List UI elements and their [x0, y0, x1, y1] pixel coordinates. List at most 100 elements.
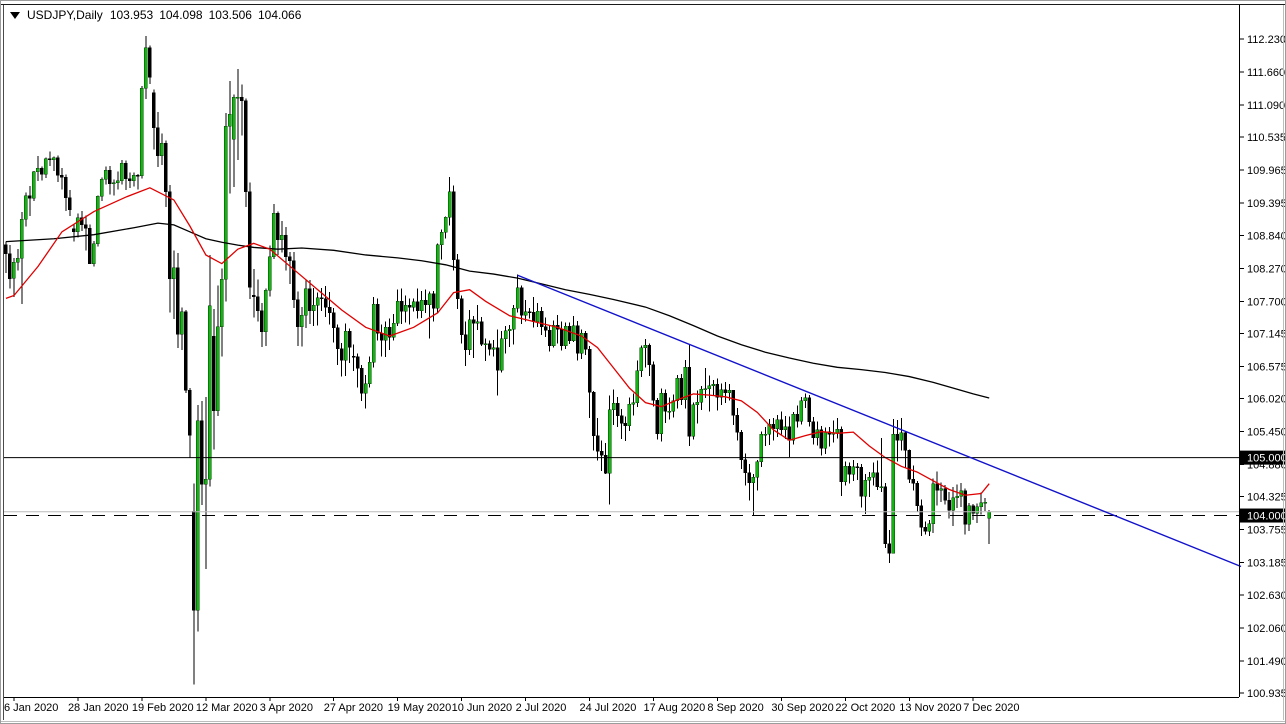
bull-candle — [728, 390, 731, 392]
bear-candle — [860, 467, 863, 496]
bear-candle — [584, 333, 587, 349]
bear-candle — [948, 500, 951, 510]
price-chart[interactable]: 112.230111.660111.090110.535109.965109.3… — [0, 0, 1286, 724]
bull-candle — [844, 466, 847, 482]
bull-candle — [536, 311, 539, 321]
bull-candle — [120, 163, 123, 180]
bull-candle — [96, 196, 99, 243]
y-axis-label: 105.450 — [1247, 427, 1286, 439]
bull-candle — [852, 467, 855, 475]
bull-candle — [516, 288, 519, 308]
bull-candle — [196, 421, 199, 611]
bull-candle — [484, 344, 487, 345]
trendline[interactable] — [518, 275, 1241, 566]
symbol-marker-icon — [10, 12, 20, 19]
bear-candle — [936, 484, 939, 490]
bull-candle — [372, 304, 375, 362]
bear-candle — [4, 245, 7, 254]
open-value: 103.953 — [110, 8, 153, 22]
bear-candle — [292, 261, 295, 300]
bear-candle — [176, 268, 179, 335]
bull-candle — [900, 433, 903, 441]
bull-candle — [76, 218, 79, 232]
bull-candle — [628, 404, 631, 425]
x-axis-label: 19 May 2020 — [388, 702, 452, 714]
bull-candle — [932, 484, 935, 524]
bull-candle — [816, 430, 819, 438]
bear-candle — [348, 331, 351, 347]
bear-candle — [596, 436, 599, 452]
y-axis-label: 103.755 — [1247, 525, 1286, 537]
x-axis-label: 6 Jan 2020 — [4, 702, 58, 714]
bear-candle — [652, 365, 655, 400]
bull-candle — [524, 312, 527, 315]
bull-candle — [32, 172, 35, 199]
bear-candle — [200, 421, 203, 485]
bear-candle — [724, 390, 727, 393]
y-axis-label: 108.840 — [1247, 230, 1286, 242]
bear-candle — [188, 390, 191, 435]
bear-candle — [376, 304, 379, 333]
x-axis-label: 28 Jan 2020 — [68, 702, 129, 714]
bull-candle — [872, 473, 875, 478]
bear-candle — [40, 168, 43, 174]
bull-candle — [232, 97, 235, 139]
bear-candle — [896, 434, 899, 440]
bull-candle — [880, 487, 883, 488]
bull-candle — [100, 179, 103, 196]
bull-candle — [952, 498, 955, 511]
x-axis-labels: 6 Jan 202028 Jan 202019 Feb 202012 Mar 2… — [4, 697, 1019, 714]
bear-candle — [68, 198, 71, 210]
bear-candle — [88, 228, 91, 263]
bull-candle — [804, 398, 807, 401]
bear-candle — [916, 483, 919, 506]
bull-candle — [824, 432, 827, 449]
bear-candle — [212, 336, 215, 411]
bear-candle — [168, 192, 171, 279]
trendline-group[interactable] — [518, 275, 1241, 566]
bear-candle — [136, 175, 139, 176]
horizontal-price-lines[interactable] — [4, 458, 1239, 516]
bull-candle — [228, 114, 231, 126]
bear-candle — [356, 357, 359, 369]
bull-candle — [272, 213, 275, 256]
bull-candle — [476, 322, 479, 324]
bear-candle — [732, 390, 735, 415]
bull-candle — [940, 489, 943, 490]
bull-candle — [368, 362, 371, 383]
bull-candle — [676, 378, 679, 401]
bull-candle — [492, 348, 495, 350]
x-axis-label: 24 Jul 2020 — [580, 702, 637, 714]
bear-candle — [308, 289, 311, 311]
bear-candle — [408, 305, 411, 307]
bear-candle — [840, 429, 843, 482]
bear-candle — [600, 451, 603, 455]
bull-candle — [892, 434, 895, 553]
y-axis-label: 104.325 — [1247, 492, 1286, 504]
bull-candle — [316, 298, 319, 306]
bear-candle — [876, 473, 879, 487]
low-value: 103.506 — [209, 8, 252, 22]
bull-candle — [500, 339, 503, 370]
bull-candle — [776, 420, 779, 429]
bear-candle — [488, 344, 491, 350]
bull-candle — [16, 258, 19, 262]
bull-candle — [756, 462, 759, 478]
bear-candle — [812, 422, 815, 438]
bear-candle — [808, 398, 811, 422]
x-axis-label: 10 Jun 2020 — [452, 702, 513, 714]
bear-candle — [496, 348, 499, 371]
bull-candle — [224, 126, 227, 279]
price-badge-label: 104.000 — [1247, 511, 1286, 523]
y-axis-label: 100.935 — [1247, 688, 1286, 700]
y-axis-label: 101.490 — [1247, 656, 1286, 668]
bear-candle — [544, 327, 547, 330]
bear-candle — [528, 312, 531, 313]
bear-candle — [276, 213, 279, 240]
bull-candle — [440, 232, 443, 244]
bear-candle — [256, 297, 259, 311]
bear-candle — [432, 294, 435, 308]
bull-candle — [144, 48, 147, 89]
price-badge-label: 105.000 — [1247, 453, 1286, 465]
bear-candle — [152, 93, 155, 128]
